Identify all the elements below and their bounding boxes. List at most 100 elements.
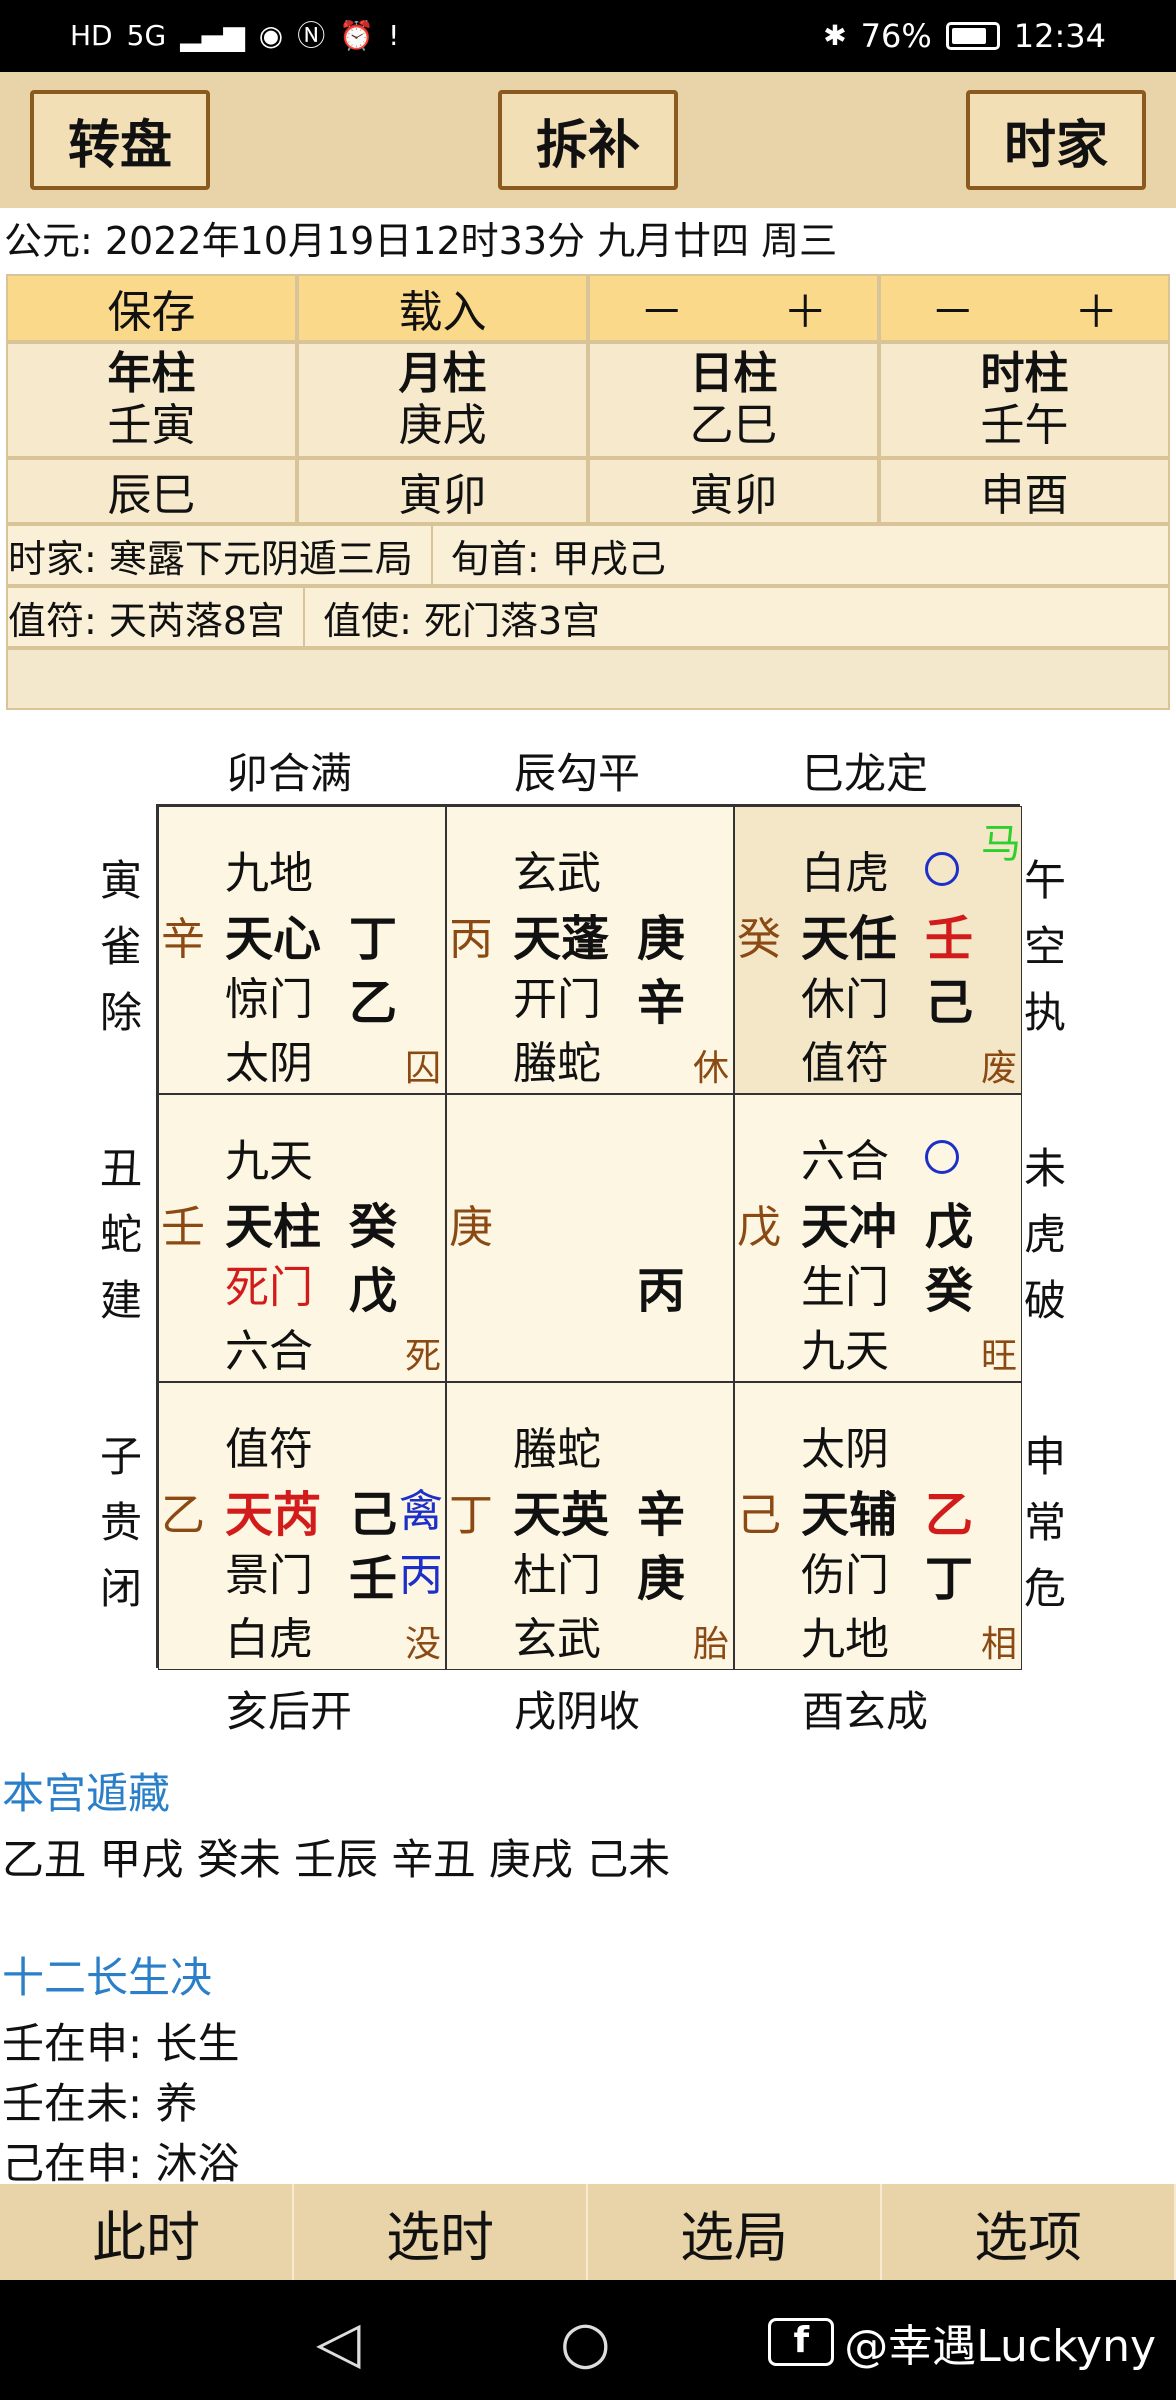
palace-qian[interactable]: 己 太阴 天辅 乙 伤门 丁 九地 相: [734, 1382, 1022, 1670]
palace-star: 天心: [225, 911, 322, 967]
palace-god: 六合: [801, 1136, 889, 1187]
palace-star: 天冲: [801, 1199, 898, 1255]
palace-stem: 癸: [737, 914, 781, 965]
palace-li[interactable]: 丙 玄武 天蓬 庚 开门 辛 螣蛇 休: [446, 806, 734, 1094]
palace-sky-stem: 壬: [925, 911, 974, 967]
bluetooth-icon: ✱: [823, 19, 847, 52]
day-pillar-header: 日柱: [689, 348, 778, 399]
changsheng-line: 壬在申: 长生: [2, 2019, 240, 2068]
changsheng-section-title: 十二长生决: [2, 1953, 213, 2002]
month-pillar: 月柱 庚戌: [297, 342, 588, 458]
palace-kan[interactable]: 丁 螣蛇 天英 辛 杜门 庚 玄武 胎: [446, 1382, 734, 1670]
5g-icon: 5G: [126, 19, 167, 52]
palace-gen[interactable]: 乙 值符 天芮 己 禽 景门 壬 丙 白虎 没: [158, 1382, 446, 1670]
alert-icon: !: [388, 19, 400, 52]
ju-text: 时家: 寒露下元阴遁三局: [8, 536, 413, 581]
bottom-label-hai: 亥后开: [226, 1687, 353, 1736]
palace-door: 开门: [513, 974, 601, 1025]
back-icon[interactable]: ◁: [316, 2308, 361, 2376]
alarm-icon: ⏰: [339, 19, 375, 52]
home-icon[interactable]: ○: [560, 2308, 611, 2376]
palace-earth-stem: 庚: [637, 1551, 686, 1607]
save-button[interactable]: 保存: [6, 274, 297, 342]
palace-earth-stem: 戊: [349, 1263, 398, 1319]
palace-earth-stem: 癸: [925, 1263, 974, 1319]
palace-deity: 九地: [801, 1614, 889, 1665]
palace-stem: 辛: [161, 914, 205, 965]
palace-zhen[interactable]: 壬 九天 天柱 癸 死门 戊 六合 死: [158, 1094, 446, 1382]
palace-center[interactable]: 庚 丙: [446, 1094, 734, 1382]
hour-plus-button[interactable]: ＋: [1074, 276, 1118, 340]
changsheng-line: 己在申: 沐浴: [2, 2139, 240, 2188]
palace-sky-stem: 庚: [637, 911, 686, 967]
hour-stepper: － ＋: [879, 274, 1170, 342]
palace-earth-stem: 丁: [925, 1551, 974, 1607]
top-label-mao: 卯合满: [226, 749, 353, 798]
palace-earth-stem: 乙: [349, 975, 398, 1031]
palace-kun[interactable]: 癸 马 白虎 天任 壬 休门 己 值符 废: [734, 806, 1022, 1094]
palace-stem: 庚: [449, 1202, 493, 1253]
palace-god: 螣蛇: [513, 1424, 601, 1475]
palace-god: 九天: [225, 1136, 313, 1187]
palace-deity: 螣蛇: [513, 1038, 601, 1089]
xunshou-text: 旬首: 甲戌己: [450, 536, 666, 581]
qin-marker: 禽: [399, 1486, 443, 1537]
zhishi-text: 值使: 死门落3宫: [323, 598, 601, 643]
day-plus-button[interactable]: ＋: [783, 276, 827, 340]
battery-icon: [945, 22, 1000, 50]
eye-icon: ◉: [258, 19, 284, 52]
top-label-chen: 辰勾平: [514, 749, 641, 798]
qin-stem: 丙: [399, 1550, 443, 1601]
tab-options[interactable]: 选项: [882, 2184, 1176, 2280]
horse-marker: 马: [981, 821, 1021, 867]
qimen-board: 卯合满 辰勾平 巳龙定 亥后开 戌阴收 酉玄成 寅雀除 丑蛇建 子贵闭 午空执 …: [0, 720, 1176, 1740]
palace-door: 生门: [801, 1262, 889, 1313]
palace-earth-stem: 己: [925, 975, 974, 1031]
palace-state: 废: [980, 1048, 1017, 1089]
hour-minus-button[interactable]: －: [931, 276, 975, 340]
zhifu-text: 值符: 天芮落8宫: [8, 598, 286, 643]
hour-pillar-header: 时柱: [980, 348, 1069, 399]
left-label-chou: 丑蛇建: [99, 1144, 142, 1325]
shijia-button[interactable]: 时家: [966, 90, 1146, 190]
status-bar: HD 5G ▂▄▆ ◉ Ⓝ ⏰ ! ✱ 76% 12:34: [0, 0, 1176, 72]
palace-deity: 值符: [801, 1038, 889, 1089]
palace-sky-stem: 癸: [349, 1199, 398, 1255]
palace-xun[interactable]: 辛 九地 天心 丁 惊门 乙 太阴 囚: [158, 806, 446, 1094]
hidden-section-title: 本宫遁藏: [2, 1769, 171, 1818]
left-label-zi: 子贵闭: [99, 1432, 142, 1613]
kong-circle-icon: [925, 1129, 959, 1180]
palace-star: 天柱: [225, 1199, 322, 1255]
palace-god: 太阴: [801, 1424, 889, 1475]
day-pillar-ganzhi: 乙巳: [689, 400, 778, 451]
palace-star: 天辅: [801, 1487, 898, 1543]
palace-stem: 己: [737, 1490, 781, 1541]
bottom-label-xu: 戌阴收: [514, 1687, 641, 1736]
palace-earth-stem: 丙: [637, 1263, 686, 1319]
split-button[interactable]: 拆补: [498, 90, 678, 190]
kong-circle-icon: [925, 841, 959, 892]
hour-pillar-ganzhi: 壬午: [980, 400, 1069, 451]
top-label-si: 巳龙定: [802, 749, 929, 798]
palace-sky-stem: 己: [349, 1487, 398, 1543]
month-pillar-header: 月柱: [398, 348, 487, 399]
hidden-section-text: 乙丑 甲戌 癸未 壬辰 辛丑 庚戌 己未: [2, 1835, 671, 1884]
palace-door: 伤门: [801, 1550, 889, 1601]
bottom-label-you: 酉玄成: [802, 1687, 929, 1736]
year-pillar-header: 年柱: [107, 348, 196, 399]
tab-select-ju[interactable]: 选局: [588, 2184, 882, 2280]
palace-state: 相: [980, 1624, 1017, 1665]
changsheng-line: 壬在未: 养: [2, 2079, 198, 2128]
rotate-plate-button[interactable]: 转盘: [30, 90, 210, 190]
palace-stem: 壬: [161, 1202, 205, 1253]
load-button[interactable]: 载入: [297, 274, 588, 342]
tab-now[interactable]: 此时: [0, 2184, 294, 2280]
palace-door: 惊门: [225, 974, 313, 1025]
day-minus-button[interactable]: －: [640, 276, 684, 340]
hour-kongwang: 申酉: [879, 458, 1170, 524]
tab-select-time[interactable]: 选时: [294, 2184, 588, 2280]
empty-row: [6, 648, 1170, 710]
palace-door: 死门: [225, 1262, 313, 1313]
palace-dui[interactable]: 戊 六合 天冲 戊 生门 癸 九天 旺: [734, 1094, 1022, 1382]
nfc-icon: Ⓝ: [297, 19, 326, 52]
